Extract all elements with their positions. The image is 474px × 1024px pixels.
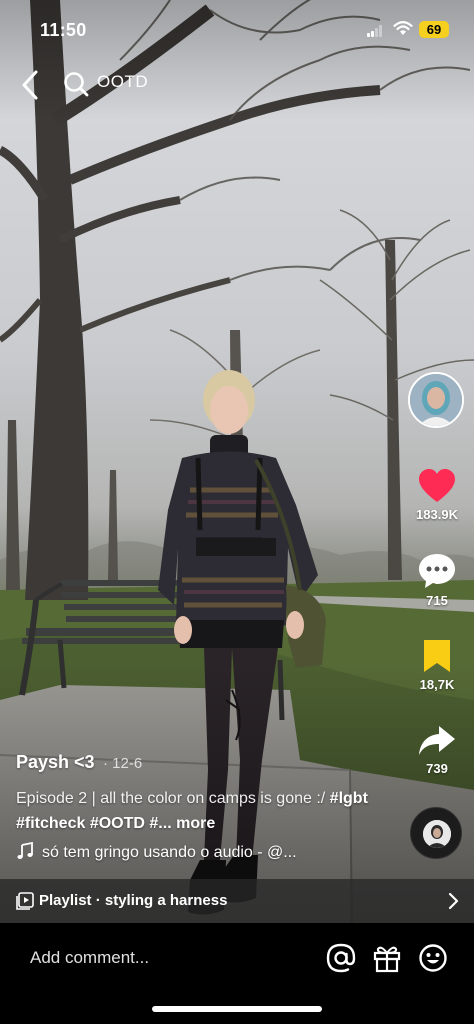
caption-text: Episode 2 | all the color on camps is go… [16, 790, 326, 807]
author-row: Paysh <3 · 12-6 [16, 752, 142, 773]
at-icon[interactable] [326, 943, 356, 973]
wifi-icon [393, 21, 413, 35]
post-date: · 12-6 [103, 755, 143, 772]
like-count: 183.9K [416, 507, 458, 522]
status-time: 11:50 [40, 20, 87, 40]
emoji-icon[interactable] [418, 943, 448, 973]
author-name[interactable]: Paysh <3 [16, 752, 95, 772]
home-indicator [152, 1006, 322, 1012]
hashtag-fitcheck[interactable]: #fitcheck [16, 815, 85, 832]
creator-avatar[interactable] [408, 372, 464, 428]
video-player[interactable] [0, 0, 474, 923]
music-disc[interactable] [410, 807, 462, 859]
hashtag-lgbt[interactable]: #lgbt [330, 790, 368, 807]
music-note-icon [17, 841, 33, 859]
share-count: 739 [426, 761, 448, 776]
save-button[interactable]: 18,7K [404, 638, 470, 692]
bookmark-icon [424, 640, 450, 672]
like-button[interactable]: 183.9K [404, 468, 470, 522]
share-arrow-icon [419, 726, 455, 755]
caption[interactable]: Episode 2 | all the color on camps is go… [16, 786, 396, 836]
gift-icon[interactable] [372, 943, 402, 973]
hashtag-truncated[interactable]: #... [149, 815, 171, 832]
save-count: 18,7K [419, 677, 455, 692]
avatar-image [410, 374, 462, 426]
comment-count: 715 [426, 593, 448, 608]
share-button[interactable]: 739 [404, 724, 470, 776]
chevron-left-icon[interactable] [16, 68, 44, 102]
hashtag-ootd[interactable]: #OOTD [90, 815, 145, 832]
music-disc-avatar [423, 820, 451, 848]
sound-name: só tem gringo usando o audio - @... [42, 844, 297, 861]
caption-more-link[interactable]: more [176, 815, 215, 832]
playlist-icon [16, 892, 34, 910]
chevron-right-icon [448, 892, 459, 910]
cellular-signal-icon [367, 25, 383, 37]
comment-button[interactable]: 715 [404, 552, 470, 608]
add-comment-input[interactable]: Add comment... [30, 948, 149, 968]
status-bar: 11:50 69 [0, 0, 474, 56]
playlist-bar[interactable]: Playlist · styling a harness [0, 879, 474, 923]
sound-row[interactable]: só tem gringo usando o audio - @... [16, 841, 396, 862]
playlist-label: Playlist · styling a harness [39, 892, 228, 909]
battery-indicator: 69 [419, 21, 449, 38]
search-query[interactable]: OOTD [97, 72, 148, 92]
heart-icon [419, 469, 455, 502]
search-icon[interactable] [62, 70, 90, 98]
comment-icon [419, 554, 455, 588]
